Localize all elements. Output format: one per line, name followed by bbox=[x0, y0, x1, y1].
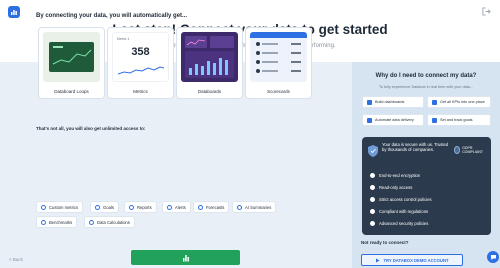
why-subheading: To fully experience Databox in real time… bbox=[378, 85, 474, 89]
gdpr-badge: GDPR COMPLIANT bbox=[454, 144, 484, 155]
chip-benchmarks[interactable]: Benchmarks bbox=[36, 216, 78, 228]
automate-icon bbox=[367, 117, 372, 123]
chip-goals[interactable]: Goals bbox=[90, 201, 119, 213]
dashboard-icon bbox=[367, 99, 372, 105]
chat-icon[interactable] bbox=[487, 251, 499, 263]
metrics-thumbnail: Metric 1 358 bbox=[112, 32, 169, 82]
kpi-icon bbox=[432, 99, 437, 105]
not-ready-heading: Not ready to connect? bbox=[361, 240, 409, 245]
card-databoards[interactable]: Databoards bbox=[176, 27, 243, 99]
card-databoard-loops[interactable]: Databoard Loops bbox=[38, 27, 105, 99]
data-calculations-icon bbox=[89, 219, 94, 225]
back-link[interactable]: < Back bbox=[9, 257, 23, 262]
scorecards-thumbnail bbox=[250, 32, 307, 82]
card-label: Metrics bbox=[133, 89, 148, 94]
security-card: Your data is secure with us. Trusted by … bbox=[362, 137, 491, 235]
metric-value: 358 bbox=[131, 46, 150, 58]
check-icon bbox=[370, 208, 375, 214]
check-icon bbox=[370, 172, 375, 178]
chip-custom-metrics[interactable]: Custom metrics bbox=[36, 201, 84, 213]
chip-ai-summaries[interactable]: AI Summaries bbox=[232, 201, 277, 213]
metric-title: Metric 1 bbox=[117, 37, 130, 41]
why-item-automate: Automate data delivery bbox=[362, 114, 424, 126]
check-icon bbox=[370, 184, 375, 190]
forecasts-icon bbox=[198, 204, 203, 210]
security-list: End-to-end encryption Read-only access S… bbox=[370, 169, 432, 229]
chip-forecasts[interactable]: Forecasts bbox=[193, 201, 230, 213]
chip-data-calculations[interactable]: Data Calculations bbox=[84, 216, 135, 228]
gdpr-icon bbox=[454, 145, 461, 154]
why-item-kpis: Get all KPIs into one place bbox=[427, 96, 491, 108]
databoards-thumbnail bbox=[181, 32, 238, 82]
card-label: Databoard Loops bbox=[54, 89, 89, 94]
goals-icon bbox=[95, 204, 100, 210]
why-heading: Why do I need to connect my data? bbox=[375, 73, 477, 79]
ai-summaries-icon bbox=[237, 204, 242, 210]
exit-icon[interactable] bbox=[482, 7, 491, 16]
unlimited-access-heading: That's not all, you will also get unlimi… bbox=[36, 126, 146, 131]
security-title: Your data is secure with us. Trusted by … bbox=[382, 142, 449, 153]
custom-metrics-icon bbox=[41, 204, 46, 210]
chip-reports[interactable]: Reports bbox=[124, 201, 157, 213]
why-item-build-dashboards: Build dashboards bbox=[362, 96, 424, 108]
next-button[interactable] bbox=[131, 250, 240, 265]
card-metrics[interactable]: Metric 1 358 Metrics bbox=[107, 27, 174, 99]
section-heading: By connecting your data, you will automa… bbox=[36, 13, 188, 19]
benchmarks-icon bbox=[41, 219, 46, 225]
security-item: Read-only access bbox=[370, 181, 432, 193]
reports-icon bbox=[129, 204, 134, 210]
card-label: Scorecards bbox=[267, 89, 290, 94]
security-item: Compliant with regulations bbox=[370, 205, 432, 217]
check-icon bbox=[370, 196, 375, 202]
bar-chart-icon bbox=[182, 254, 189, 261]
databoard-loops-thumbnail bbox=[43, 32, 100, 82]
card-label: Databoards bbox=[197, 89, 222, 94]
shield-icon bbox=[368, 145, 378, 157]
security-item: Strict access control policies bbox=[370, 193, 432, 205]
card-scorecards[interactable]: Scorecards bbox=[245, 27, 312, 99]
play-icon bbox=[376, 258, 380, 262]
chip-alerts[interactable]: Alerts bbox=[162, 201, 191, 213]
alerts-icon bbox=[167, 204, 172, 210]
goal-icon bbox=[432, 117, 437, 123]
check-icon bbox=[370, 220, 375, 226]
databox-logo-icon[interactable] bbox=[8, 6, 20, 18]
demo-account-button[interactable]: TRY DATABOX DEMO ACCOUNT bbox=[361, 254, 463, 266]
security-item: End-to-end encryption bbox=[370, 169, 432, 181]
metric-sparkline-icon bbox=[118, 66, 164, 75]
security-item: Advanced security policies bbox=[370, 217, 432, 229]
why-item-goals: Set and track goals bbox=[427, 114, 491, 126]
